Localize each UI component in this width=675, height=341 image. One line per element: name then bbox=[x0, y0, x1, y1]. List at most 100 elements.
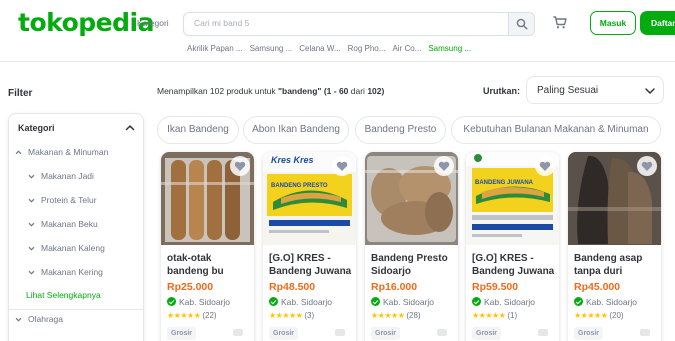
heart-icon bbox=[641, 161, 653, 171]
wishlist-button[interactable] bbox=[434, 156, 454, 176]
chevron-up-icon[interactable] bbox=[125, 123, 135, 133]
product-price: Rp16.000 bbox=[371, 281, 418, 293]
filter-sidebar: Kategori Makanan & Minuman Makanan Jadi … bbox=[8, 113, 144, 341]
heart-icon bbox=[336, 161, 348, 171]
sort-label: Urutkan: bbox=[483, 86, 521, 96]
grosir-tag: Grosir bbox=[269, 327, 299, 340]
product-image[interactable]: BANDENG JUWANA bbox=[466, 152, 559, 245]
suggestion-link[interactable]: Rog Pho... bbox=[348, 44, 386, 53]
sidebar-item-protein-telur[interactable]: Protein & Telur bbox=[28, 195, 97, 205]
search-button[interactable] bbox=[508, 13, 534, 35]
more-options-icon[interactable] bbox=[640, 329, 650, 336]
chevron-down-icon bbox=[28, 271, 35, 275]
shop-badge-icon bbox=[574, 297, 583, 306]
chip-ikan-bandeng[interactable]: Ikan Bandeng bbox=[157, 116, 239, 144]
sidebar-item-label: Olahraga bbox=[28, 314, 63, 324]
grosir-tag: Grosir bbox=[574, 327, 604, 340]
search-input[interactable] bbox=[194, 18, 494, 28]
star-icon: ★★★★★ bbox=[574, 311, 608, 320]
sidebar-item-makanan-minuman[interactable]: Makanan & Minuman bbox=[15, 147, 108, 157]
product-price: Rp48.500 bbox=[269, 281, 316, 293]
filter-title: Filter bbox=[8, 88, 33, 99]
sidebar-item-label: Makanan & Minuman bbox=[28, 147, 109, 157]
suggestion-link[interactable]: Celana W... bbox=[299, 44, 340, 53]
product-location: Kab. Sidoarjo bbox=[167, 297, 230, 307]
sidebar-item-olahraga[interactable]: Olahraga bbox=[15, 314, 63, 324]
product-image[interactable] bbox=[365, 152, 458, 245]
star-icon: ★★★★★ bbox=[472, 311, 506, 320]
product-card[interactable]: Bandeng asap tanpa duri Rp45.000 Kab. Si… bbox=[568, 152, 661, 341]
search-suggestions: Akrilik Papan ... Samsung ... Celana W... R… bbox=[187, 44, 478, 53]
suggestion-link[interactable]: Air Co... bbox=[392, 44, 421, 53]
see-more-link[interactable]: Lihat Selengkapnya bbox=[26, 290, 101, 300]
image-label-text: BANDENG JUWANA bbox=[475, 180, 534, 186]
register-button[interactable]: Daftar bbox=[640, 11, 675, 35]
heart-icon bbox=[438, 161, 450, 171]
product-rating: ★★★★★ (3) bbox=[269, 311, 315, 320]
wishlist-button[interactable] bbox=[230, 156, 250, 176]
product-name[interactable]: [G.O] KRES - Bandeng Juwana bbox=[269, 253, 353, 279]
login-button[interactable]: Masuk bbox=[590, 11, 636, 35]
product-card[interactable]: BANDENG JUWANA [G.O] KRES - Bandeng Juwa… bbox=[466, 152, 559, 341]
wishlist-button[interactable] bbox=[332, 156, 352, 176]
chip-abon-ikan-bandeng[interactable]: Abon Ikan Bandeng bbox=[243, 116, 349, 144]
more-options-icon[interactable] bbox=[335, 329, 345, 336]
star-icon: ★★★★★ bbox=[269, 311, 303, 320]
sidebar-item-makanan-beku[interactable]: Makanan Beku bbox=[28, 219, 98, 229]
sidebar-item-label: Protein & Telur bbox=[41, 195, 97, 205]
wishlist-button[interactable] bbox=[535, 156, 555, 176]
sidebar-item-label: Makanan Jadi bbox=[41, 171, 94, 181]
suggestion-link[interactable]: Akrilik Papan ... bbox=[187, 44, 243, 53]
sidebar-item-makanan-kering[interactable]: Makanan Kering bbox=[28, 267, 103, 277]
star-icon: ★★★★★ bbox=[371, 311, 405, 320]
sidebar-item-makanan-jadi[interactable]: Makanan Jadi bbox=[28, 171, 94, 181]
product-location: Kab. Sidoarjo bbox=[269, 297, 332, 307]
kategori-link[interactable]: Kategori bbox=[137, 18, 169, 28]
product-image[interactable] bbox=[568, 152, 661, 245]
kategori-filter-header[interactable]: Kategori bbox=[18, 123, 55, 133]
heart-icon bbox=[234, 161, 246, 171]
tokopedia-logo[interactable]: tokopedia bbox=[18, 8, 154, 37]
search-icon bbox=[516, 18, 528, 30]
more-options-icon[interactable] bbox=[538, 329, 548, 336]
product-location: Kab. Sidoarjo bbox=[472, 297, 535, 307]
shop-badge-icon bbox=[167, 297, 176, 306]
top-header: tokopedia Kategori Akrilik Papan ... Sams… bbox=[0, 0, 675, 62]
suggestion-link[interactable]: Samsung ... bbox=[250, 44, 293, 53]
product-location: Kab. Sidoarjo bbox=[371, 297, 434, 307]
product-price: Rp25.000 bbox=[167, 281, 214, 293]
cart-icon[interactable] bbox=[553, 16, 567, 34]
product-card[interactable]: Kres Kres BANDENG PRESTO [G.O] KRES - Ba… bbox=[263, 152, 356, 341]
shop-badge-icon bbox=[472, 297, 481, 306]
more-options-icon[interactable] bbox=[233, 329, 243, 336]
product-name[interactable]: Bandeng asap tanpa duri bbox=[574, 253, 658, 279]
shop-badge-icon bbox=[371, 297, 380, 306]
product-card[interactable]: otak-otak bandeng bu Rp25.000 Kab. Sidoa… bbox=[161, 152, 254, 341]
shop-badge-icon bbox=[269, 297, 278, 306]
wishlist-button[interactable] bbox=[637, 156, 657, 176]
image-brand-text: Kres Kres bbox=[271, 155, 314, 165]
product-rating: ★★★★★ (28) bbox=[371, 311, 421, 320]
chevron-down-icon bbox=[28, 223, 35, 227]
product-card[interactable]: Bandeng Presto Sidoarjo Rp16.000 Kab. Si… bbox=[365, 152, 458, 341]
more-options-icon[interactable] bbox=[437, 329, 447, 336]
product-name[interactable]: otak-otak bandeng bu bbox=[167, 253, 251, 279]
product-location: Kab. Sidoarjo bbox=[574, 297, 637, 307]
product-rating: ★★★★★ (20) bbox=[574, 311, 624, 320]
product-image[interactable] bbox=[161, 152, 254, 245]
product-name[interactable]: Bandeng Presto Sidoarjo bbox=[371, 253, 455, 279]
chip-bandeng-presto[interactable]: Bandeng Presto bbox=[355, 116, 446, 144]
divider bbox=[9, 309, 143, 310]
sort-value: Paling Sesuai bbox=[537, 85, 599, 96]
search-box[interactable] bbox=[183, 12, 535, 36]
product-rating: ★★★★★ (22) bbox=[167, 311, 217, 320]
product-image[interactable]: Kres Kres BANDENG PRESTO bbox=[263, 152, 356, 245]
chevron-down-icon bbox=[28, 175, 35, 179]
product-price: Rp59.500 bbox=[472, 281, 519, 293]
sidebar-item-label: Makanan Kaleng bbox=[41, 243, 105, 253]
chip-kebutuhan-bulanan[interactable]: Kebutuhan Bulanan Makanan & Minuman bbox=[451, 116, 661, 144]
suggestion-link[interactable]: Samsung ... bbox=[428, 44, 471, 53]
sidebar-item-makanan-kaleng[interactable]: Makanan Kaleng bbox=[28, 243, 105, 253]
sort-dropdown[interactable]: Paling Sesuai bbox=[526, 76, 664, 104]
product-name[interactable]: [G.O] KRES - Bandeng Juwana bbox=[472, 253, 556, 279]
